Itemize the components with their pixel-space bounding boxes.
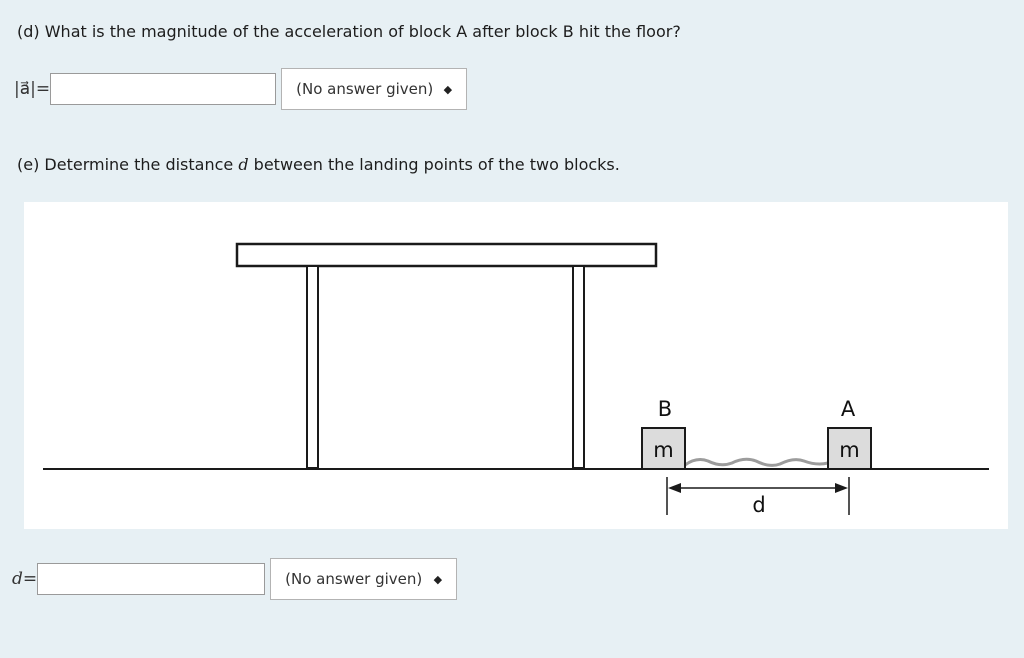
answer-row-acceleration: |a⃗|= (No answer given) ◆ <box>14 68 468 110</box>
acceleration-magnitude-label: |a⃗|= <box>14 79 51 99</box>
distance-answer-input[interactable] <box>37 563 266 595</box>
select-arrows-icon: ◆ <box>443 82 453 96</box>
block-a-mass-label: m <box>839 438 859 462</box>
table-leg-left <box>306 265 319 469</box>
block-a-label: A <box>841 397 856 421</box>
table-blocks-diagram: m B m A d <box>43 242 989 517</box>
distance-label: d <box>752 493 765 517</box>
select-arrows-icon: ◆ <box>433 572 443 586</box>
question-e-text: (e) Determine the distance d between the… <box>17 155 620 175</box>
distance-label-math: d= <box>12 569 37 589</box>
question-e-variable: d <box>238 155 249 174</box>
acceleration-unit-select[interactable]: (No answer given) ◆ <box>281 68 468 110</box>
question-e-text-after: between the landing points of the two bl… <box>248 155 620 174</box>
distance-answer-label: d= <box>12 569 38 589</box>
acceleration-answer-input[interactable] <box>50 73 277 105</box>
table-top <box>235 242 658 268</box>
distance-arrowhead-left <box>668 483 681 493</box>
table-leg-right <box>572 265 585 469</box>
distance-unit-select-value: (No answer given) <box>285 570 423 588</box>
acceleration-unit-select-value: (No answer given) <box>296 80 434 98</box>
answer-row-distance: d= (No answer given) ◆ <box>12 558 458 600</box>
question-d-text: (d) What is the magnitude of the acceler… <box>17 22 681 41</box>
block-b-mass-label: m <box>653 438 673 462</box>
distance-unit-select[interactable]: (No answer given) ◆ <box>270 558 458 600</box>
distance-arrowhead-right <box>835 483 848 493</box>
question-e-text-before: (e) Determine the distance <box>17 155 239 174</box>
problem-figure: m B m A d <box>24 202 1008 529</box>
connecting-string <box>684 457 829 467</box>
block-b-label: B <box>658 397 672 421</box>
